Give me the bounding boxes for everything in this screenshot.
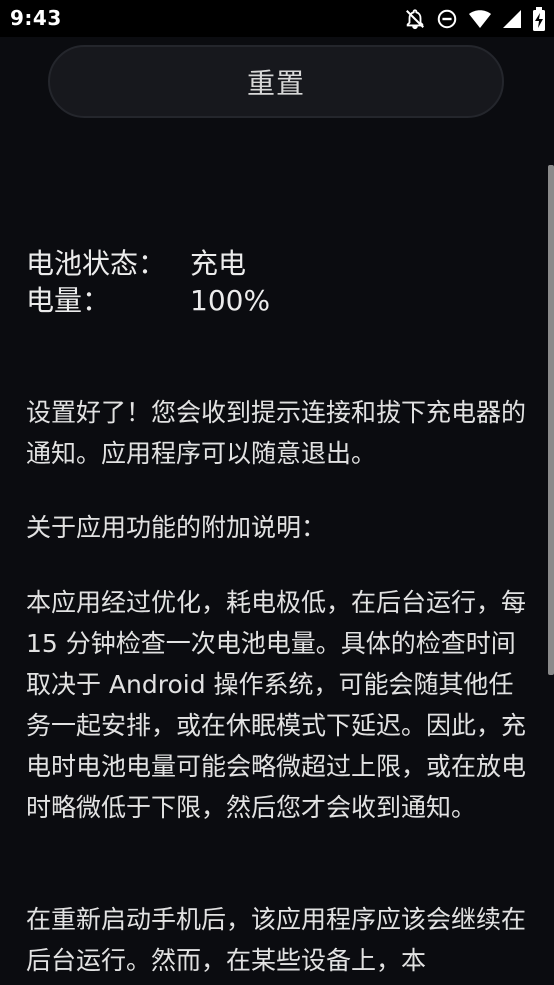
signal-icon	[502, 9, 522, 29]
extra-notes-title: 关于应用功能的附加说明：	[26, 513, 327, 542]
do-not-disturb-icon	[436, 8, 458, 30]
status-icons	[404, 7, 546, 31]
battery-level-row: 电量： 100%	[26, 282, 270, 319]
battery-status-row: 电池状态： 充电	[26, 245, 270, 282]
battery-level-value: 100%	[190, 284, 271, 317]
battery-info: 电池状态： 充电 电量： 100%	[26, 245, 270, 319]
optimization-text: 本应用经过优化，耗电极低，在后台运行，每 15 分钟检查一次电池电量。具体的检查…	[26, 588, 527, 822]
reset-button[interactable]: 重置	[48, 45, 504, 118]
restart-text: 在重新启动手机后，该应用程序应该会继续在后台运行。然而，在某些设备上，本	[26, 905, 527, 975]
scrollbar[interactable]	[548, 165, 554, 675]
status-time: 9:43	[10, 6, 62, 30]
battery-status-label: 电池状态：	[26, 247, 167, 280]
battery-charging-icon	[532, 7, 546, 31]
setup-done-text: 设置好了！您会收到提示连接和拔下充电器的通知。应用程序可以随意退出。	[26, 398, 527, 468]
battery-status-value: 充电	[190, 247, 247, 280]
status-bar: 9:43	[0, 0, 554, 37]
battery-level-label: 电量：	[26, 284, 111, 317]
main-content[interactable]: 重置 电池状态： 充电 电量： 100% 设置好了！您会收到提示连接和拔下充电器…	[0, 37, 554, 985]
notifications-off-icon	[404, 8, 426, 30]
wifi-icon	[468, 8, 492, 30]
